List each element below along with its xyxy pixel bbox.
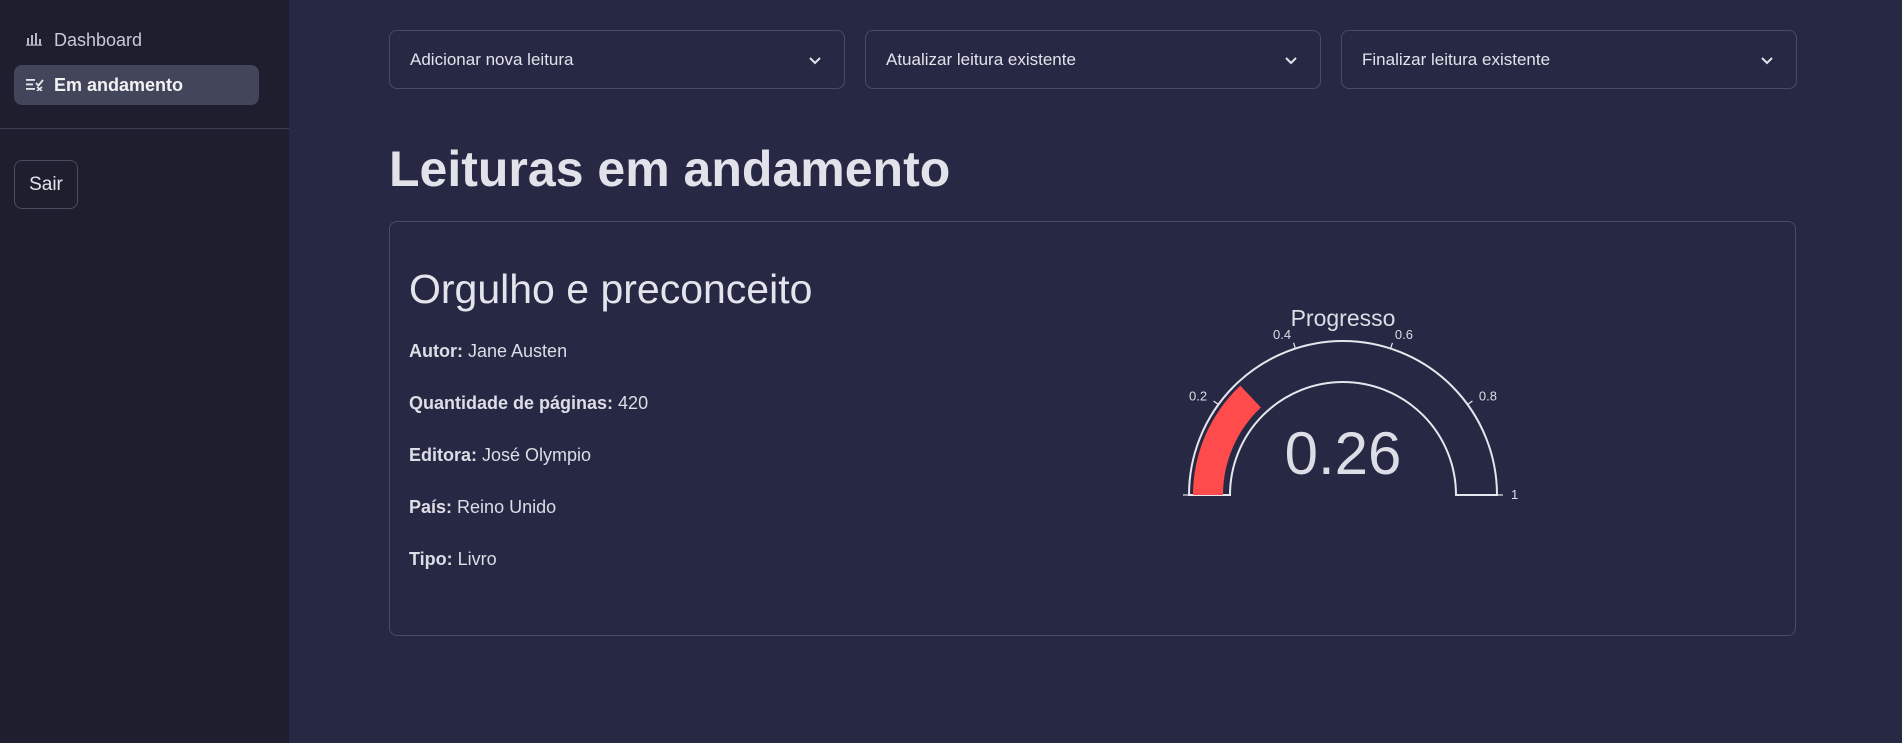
gauge-tick-label: 1 (1511, 487, 1518, 502)
field-value: Livro (457, 549, 497, 569)
chevron-down-icon (808, 50, 822, 70)
gauge-tick-label: 0.6 (1395, 327, 1413, 342)
gauge-title: Progresso (1291, 305, 1396, 331)
field-label: Quantidade de páginas: (409, 393, 614, 413)
progress-gauge: Progresso 00.20.40.60.81 0.26 (1183, 305, 1518, 502)
bar-chart-icon (26, 32, 44, 48)
field-value: 420 (618, 393, 649, 413)
gauge-tick-label: 0.4 (1273, 327, 1291, 342)
sidebar-item-dashboard[interactable]: Dashboard (14, 20, 259, 60)
reading-card: Orgulho e preconceito Autor: Jane Austen… (389, 221, 1796, 636)
book-author: Autor: Jane Austen (409, 341, 567, 362)
sidebar: Dashboard Em andamento Sair (0, 0, 289, 743)
field-value: Jane Austen (468, 341, 568, 361)
list-check-icon (26, 77, 44, 93)
sidebar-item-em-andamento[interactable]: Em andamento (14, 65, 259, 105)
field-value: Reino Unido (457, 497, 557, 517)
field-label: País: (409, 497, 453, 517)
dropdown-label: Finalizar leitura existente (1362, 49, 1551, 69)
sidebar-item-label: Em andamento (54, 74, 184, 95)
gauge-tick-label: 0.8 (1479, 388, 1497, 403)
chevron-down-icon (1760, 50, 1774, 70)
dropdown-label: Atualizar leitura existente (886, 49, 1076, 69)
finish-reading-dropdown[interactable]: Finalizar leitura existente (1341, 30, 1797, 89)
gauge-tick-label: 0.2 (1189, 388, 1207, 403)
gauge-value-label: 0.26 (1285, 420, 1402, 487)
page-title: Leituras em andamento (389, 141, 951, 197)
logout-button[interactable]: Sair (14, 160, 78, 209)
book-country: País: Reino Unido (409, 497, 556, 518)
sidebar-item-label: Dashboard (54, 29, 143, 50)
book-title: Orgulho e preconceito (409, 266, 813, 312)
book-publisher: Editora: José Olympio (409, 445, 591, 466)
field-label: Autor: (409, 341, 463, 361)
book-pages: Quantidade de páginas: 420 (409, 393, 648, 414)
sidebar-divider (0, 128, 289, 129)
dropdown-label: Adicionar nova leitura (410, 49, 574, 69)
field-label: Tipo: (409, 549, 453, 569)
update-reading-dropdown[interactable]: Atualizar leitura existente (865, 30, 1321, 89)
field-value: José Olympio (482, 445, 592, 465)
book-type: Tipo: Livro (409, 549, 497, 570)
field-label: Editora: (409, 445, 478, 465)
add-reading-dropdown[interactable]: Adicionar nova leitura (389, 30, 845, 89)
chevron-down-icon (1284, 50, 1298, 70)
